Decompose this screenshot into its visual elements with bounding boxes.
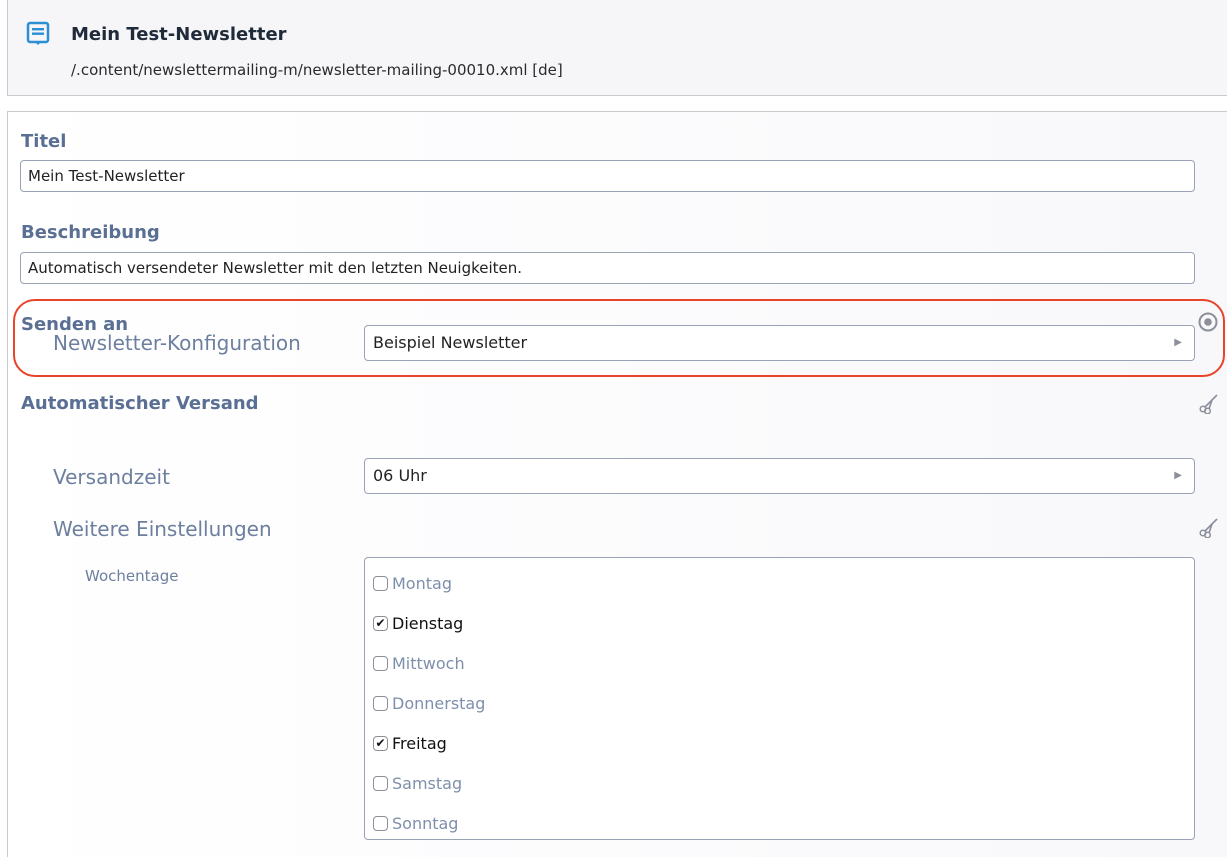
caret-right-icon: ▶ [1174,470,1182,481]
checkbox[interactable]: ✔ [373,575,388,591]
caret-right-icon: ▶ [1174,337,1182,348]
newsletter-konfiguration-select[interactable]: Beispiel Newsletter ▶ [364,325,1195,361]
weitere-einstellungen-label: Weitere Einstellungen [53,517,272,541]
day-checkbox-dienstag[interactable]: ✔ Dienstag [373,611,463,635]
newsletter-document-icon [26,21,50,45]
resource-path: /.content/newslettermailing-m/newsletter… [71,61,563,79]
day-checkbox-donnerstag[interactable]: ✔ Donnerstag [373,691,485,715]
checkbox[interactable]: ✔ [373,775,388,791]
edit-form: Titel Beschreibung Senden an Newsletter-… [7,111,1227,857]
newsletter-konfiguration-label: Newsletter-Konfiguration [53,331,301,355]
checkbox[interactable]: ✔ [373,815,388,831]
wochentage-checkbox-list: ✔ Montag ✔ Dienstag ✔ Mittwoch ✔ Donners… [364,557,1195,840]
day-checkbox-samstag[interactable]: ✔ Samstag [373,771,462,795]
scissors-icon[interactable] [1198,516,1220,538]
versandzeit-select[interactable]: 06 Uhr ▶ [364,458,1195,494]
checkbox[interactable]: ✔ [373,655,388,671]
checkbox[interactable]: ✔ [373,735,388,751]
versandzeit-label: Versandzeit [53,465,170,489]
scissors-icon[interactable] [1198,392,1220,414]
titel-label: Titel [21,131,67,152]
day-checkbox-sonntag[interactable]: ✔ Sonntag [373,811,458,835]
checkbox[interactable]: ✔ [373,615,388,631]
day-checkbox-mittwoch[interactable]: ✔ Mittwoch [373,651,465,675]
titel-input[interactable] [20,160,1195,192]
day-checkbox-freitag[interactable]: ✔ Freitag [373,731,447,755]
beschreibung-label: Beschreibung [21,222,160,243]
versandzeit-value: 06 Uhr [373,466,427,485]
target-circle-icon[interactable] [1197,311,1219,333]
newsletter-konfiguration-value: Beispiel Newsletter [373,333,528,352]
beschreibung-input[interactable] [20,252,1195,284]
wochentage-label: Wochentage [85,567,179,585]
page-title: Mein Test-Newsletter [71,24,287,45]
automatischer-versand-label: Automatischer Versand [21,393,259,414]
checkbox[interactable]: ✔ [373,695,388,711]
day-checkbox-montag[interactable]: ✔ Montag [373,571,452,595]
content-header: Mein Test-Newsletter /.content/newslette… [7,0,1227,96]
